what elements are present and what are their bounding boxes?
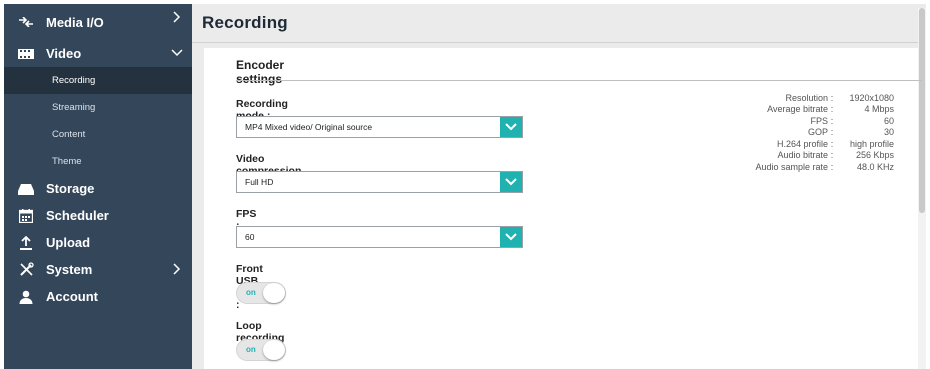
stat-row: Audio sample rate: 48.0 KHz xyxy=(734,161,894,173)
arrows-icon xyxy=(18,14,34,30)
chevron-right-icon xyxy=(170,262,184,276)
stat-value: 30 xyxy=(883,127,894,138)
sidebar-subitem-label: Content xyxy=(52,129,86,140)
toggle-knob xyxy=(263,340,285,360)
sidebar-item-scheduler[interactable]: Scheduler xyxy=(4,202,192,229)
stat-value: high profile xyxy=(849,138,894,149)
stat-colon: : xyxy=(830,104,834,115)
tools-icon xyxy=(18,262,34,278)
sidebar-subitem-label: Theme xyxy=(52,156,82,167)
select-value: MP4 Mixed video/ Original source xyxy=(245,122,373,132)
stat-colon: : xyxy=(830,127,834,138)
scroll-thumb[interactable] xyxy=(919,8,925,213)
stat-label: Audio bitrate xyxy=(777,150,828,161)
stat-value: 256 Kbps xyxy=(855,150,894,161)
front-usb-toggle[interactable]: on xyxy=(236,282,286,304)
sidebar-subitem-label: Streaming xyxy=(52,102,96,113)
stat-value: 1920x1080 xyxy=(849,92,894,103)
sidebar-subitem-recording[interactable]: Recording xyxy=(4,67,192,94)
select-value: 60 xyxy=(245,232,255,242)
stat-colon: : xyxy=(830,115,834,126)
stat-row: Average bitrate: 4 Mbps xyxy=(734,104,894,116)
page-title: Recording xyxy=(202,13,288,32)
sidebar-subitem-content[interactable]: Content xyxy=(4,121,192,148)
sidebar-item-video[interactable]: Video xyxy=(4,40,192,67)
sidebar-item-label: Account xyxy=(46,289,98,304)
stat-colon: : xyxy=(830,138,834,149)
stat-label: Average bitrate xyxy=(767,104,828,115)
toggle-state: on xyxy=(246,288,256,297)
sidebar-item-label: Media I/O xyxy=(46,14,104,30)
video-compression-select[interactable]: Full HD xyxy=(236,171,523,193)
stat-row: Resolution: 1920x1080 xyxy=(734,92,894,104)
stat-label: Audio sample rate xyxy=(755,161,828,172)
sidebar-item-storage[interactable]: Storage xyxy=(4,175,192,202)
stat-colon: : xyxy=(830,161,834,172)
select-value: Full HD xyxy=(245,177,274,187)
stat-value: 60 xyxy=(883,115,894,126)
stat-row: GOP: 30 xyxy=(734,127,894,139)
sidebar-item-system[interactable]: System xyxy=(4,256,192,283)
stat-colon: : xyxy=(830,92,834,103)
stat-row: FPS: 60 xyxy=(734,115,894,127)
section-title: Encoder settings xyxy=(236,58,285,86)
stat-value: 4 Mbps xyxy=(864,104,894,115)
stat-row: Audio bitrate: 256 Kbps xyxy=(734,150,894,162)
stat-label: H.264 profile xyxy=(776,138,828,149)
sidebar-item-label: Upload xyxy=(46,235,91,250)
sidebar-item-label: Storage xyxy=(46,181,95,196)
stat-row: H.264 profile: high profile xyxy=(734,138,894,150)
stat-value: 48.0 KHz xyxy=(856,161,894,172)
sidebar-subitem-theme[interactable]: Theme xyxy=(4,148,192,175)
chevron-right-icon xyxy=(170,10,184,24)
title-divider xyxy=(192,42,920,43)
chevron-down-icon[interactable] xyxy=(500,117,522,137)
sidebar-item-media-io[interactable]: Media I/O xyxy=(4,4,192,40)
stat-label: Resolution xyxy=(785,92,828,103)
toggle-knob xyxy=(263,283,285,303)
loop-recording-toggle[interactable]: on xyxy=(236,339,286,361)
sidebar-item-label: Video xyxy=(46,46,82,61)
chevron-down-icon[interactable] xyxy=(500,172,522,192)
sidebar-item-label: Scheduler xyxy=(46,208,109,223)
sidebar-item-account[interactable]: Account xyxy=(4,283,192,310)
sidebar-item-label: System xyxy=(46,262,93,277)
scrollbar[interactable] xyxy=(918,8,926,369)
stat-label: GOP xyxy=(807,127,828,138)
chevron-down-icon xyxy=(170,46,184,60)
film-icon xyxy=(18,46,34,62)
calendar-icon xyxy=(18,208,34,224)
stat-colon: : xyxy=(830,150,834,161)
tray-icon xyxy=(18,181,34,197)
sidebar-item-upload[interactable]: Upload xyxy=(4,229,192,256)
user-icon xyxy=(18,289,34,305)
encoder-stats: Resolution: 1920x1080 Average bitrate: 4 M… xyxy=(734,92,894,173)
recording-mode-select[interactable]: MP4 Mixed video/ Original source xyxy=(236,116,523,138)
sidebar-subitem-streaming[interactable]: Streaming xyxy=(4,94,192,121)
upload-icon xyxy=(18,235,34,251)
sidebar-subitem-label: Recording xyxy=(52,75,96,86)
chevron-down-icon[interactable] xyxy=(500,227,522,247)
fps-select[interactable]: 60 xyxy=(236,226,523,248)
toggle-state: on xyxy=(246,345,256,354)
stat-label: FPS xyxy=(810,115,828,126)
section-divider xyxy=(236,80,922,81)
sidebar: Media I/O Video Recording Streaming Cont… xyxy=(4,4,192,369)
